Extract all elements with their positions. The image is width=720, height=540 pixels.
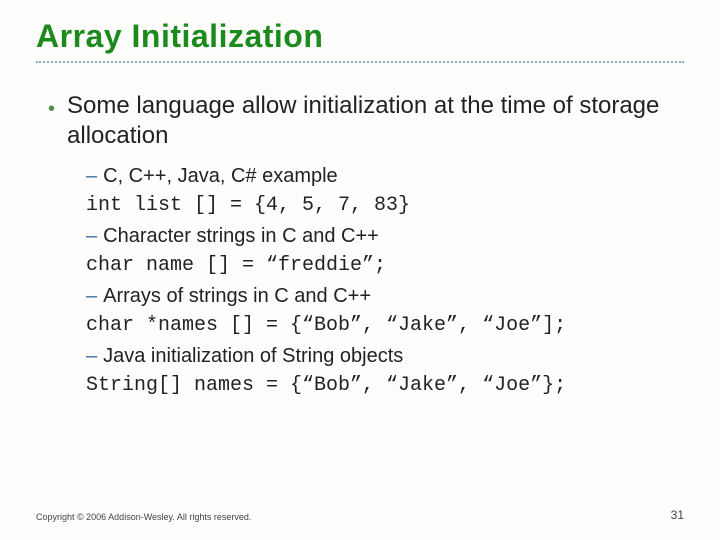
bullet-level-1: • Some language allow initialization at … (48, 91, 684, 151)
dash-icon: – (86, 345, 97, 367)
dash-icon: – (86, 285, 97, 307)
slide: Array Initialization • Some language all… (0, 0, 720, 540)
dash-icon: – (86, 225, 97, 247)
sub-text: Arrays of strings in C and C++ (103, 285, 371, 307)
bullet-dot-icon: • (48, 97, 55, 122)
bullet-text: Some language allow initialization at th… (67, 91, 684, 151)
sub-list: –C, C++, Java, C# example int list [] = … (86, 161, 684, 401)
divider (36, 61, 684, 63)
sub-text: Character strings in C and C++ (103, 225, 379, 247)
page-number: 31 (671, 508, 684, 522)
code-line: char name [] = “freddie”; (86, 251, 684, 281)
sub-text: C, C++, Java, C# example (103, 165, 338, 187)
code-line: char *names [] = {“Bob”, “Jake”, “Joe”]; (86, 311, 684, 341)
slide-title: Array Initialization (36, 18, 684, 55)
sub-item: –Character strings in C and C++ (86, 221, 684, 251)
sub-item: –Java initialization of String objects (86, 341, 684, 371)
code-line: int list [] = {4, 5, 7, 83} (86, 191, 684, 221)
copyright-footer: Copyright © 2006 Addison-Wesley. All rig… (36, 512, 251, 522)
sub-item: –C, C++, Java, C# example (86, 161, 684, 191)
dash-icon: – (86, 165, 97, 187)
code-line: String[] names = {“Bob”, “Jake”, “Joe”}; (86, 371, 684, 401)
sub-text: Java initialization of String objects (103, 345, 403, 367)
sub-item: –Arrays of strings in C and C++ (86, 281, 684, 311)
